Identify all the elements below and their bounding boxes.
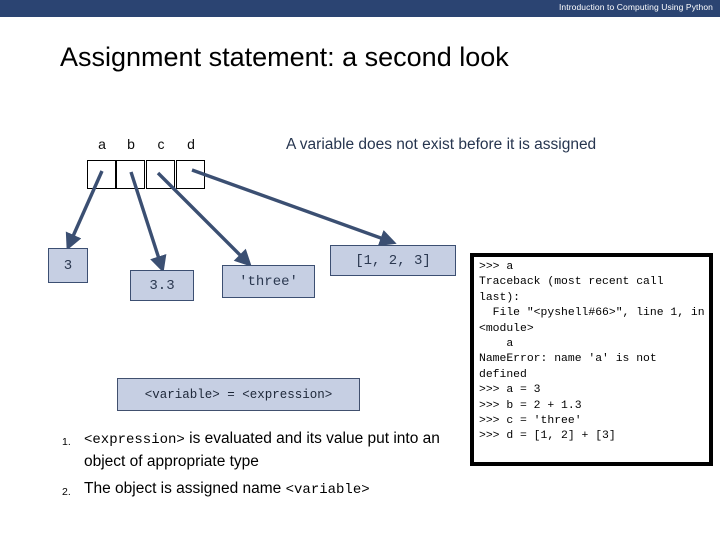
- list-item: 1. <expression> is evaluated and its valu…: [62, 428, 462, 472]
- step-text: The object is assigned name: [84, 480, 286, 497]
- assignment-syntax-box: <variable> = <expression>: [117, 378, 360, 411]
- step-number: 1.: [62, 436, 71, 448]
- variable-label-b: b: [127, 136, 135, 152]
- variable-label-c: c: [157, 136, 165, 152]
- python-shell-output: >>> a Traceback (most recent call last):…: [479, 261, 705, 443]
- namespace-cell-c: [146, 160, 175, 189]
- variable-label-d: d: [187, 136, 195, 152]
- list-item: 2. The object is assigned name <variable>: [62, 478, 462, 501]
- python-shell-window[interactable]: >>> a Traceback (most recent call last):…: [470, 253, 713, 466]
- page-title: Assignment statement: a second look: [60, 42, 509, 72]
- steps-list: 1. <expression> is evaluated and its valu…: [62, 428, 462, 507]
- slide-canvas: Introduction to Computing Using Python A…: [0, 0, 720, 540]
- course-title: Introduction to Computing Using Python: [558, 2, 713, 12]
- object-box-d: [1, 2, 3]: [330, 245, 456, 276]
- object-box-b: 3.3: [130, 270, 194, 301]
- object-box-c: 'three': [222, 265, 315, 298]
- step-code-expression: <expression>: [84, 432, 185, 448]
- callout-text: A variable does not exist before it is a…: [286, 136, 597, 153]
- variable-label-a: a: [98, 136, 106, 152]
- namespace-cell-a: [87, 160, 116, 189]
- step-code-variable: <variable>: [285, 482, 370, 498]
- namespace-cell-d: [176, 160, 205, 189]
- step-number: 2.: [62, 486, 71, 498]
- object-box-a: 3: [48, 248, 88, 283]
- namespace-cell-b: [116, 160, 145, 189]
